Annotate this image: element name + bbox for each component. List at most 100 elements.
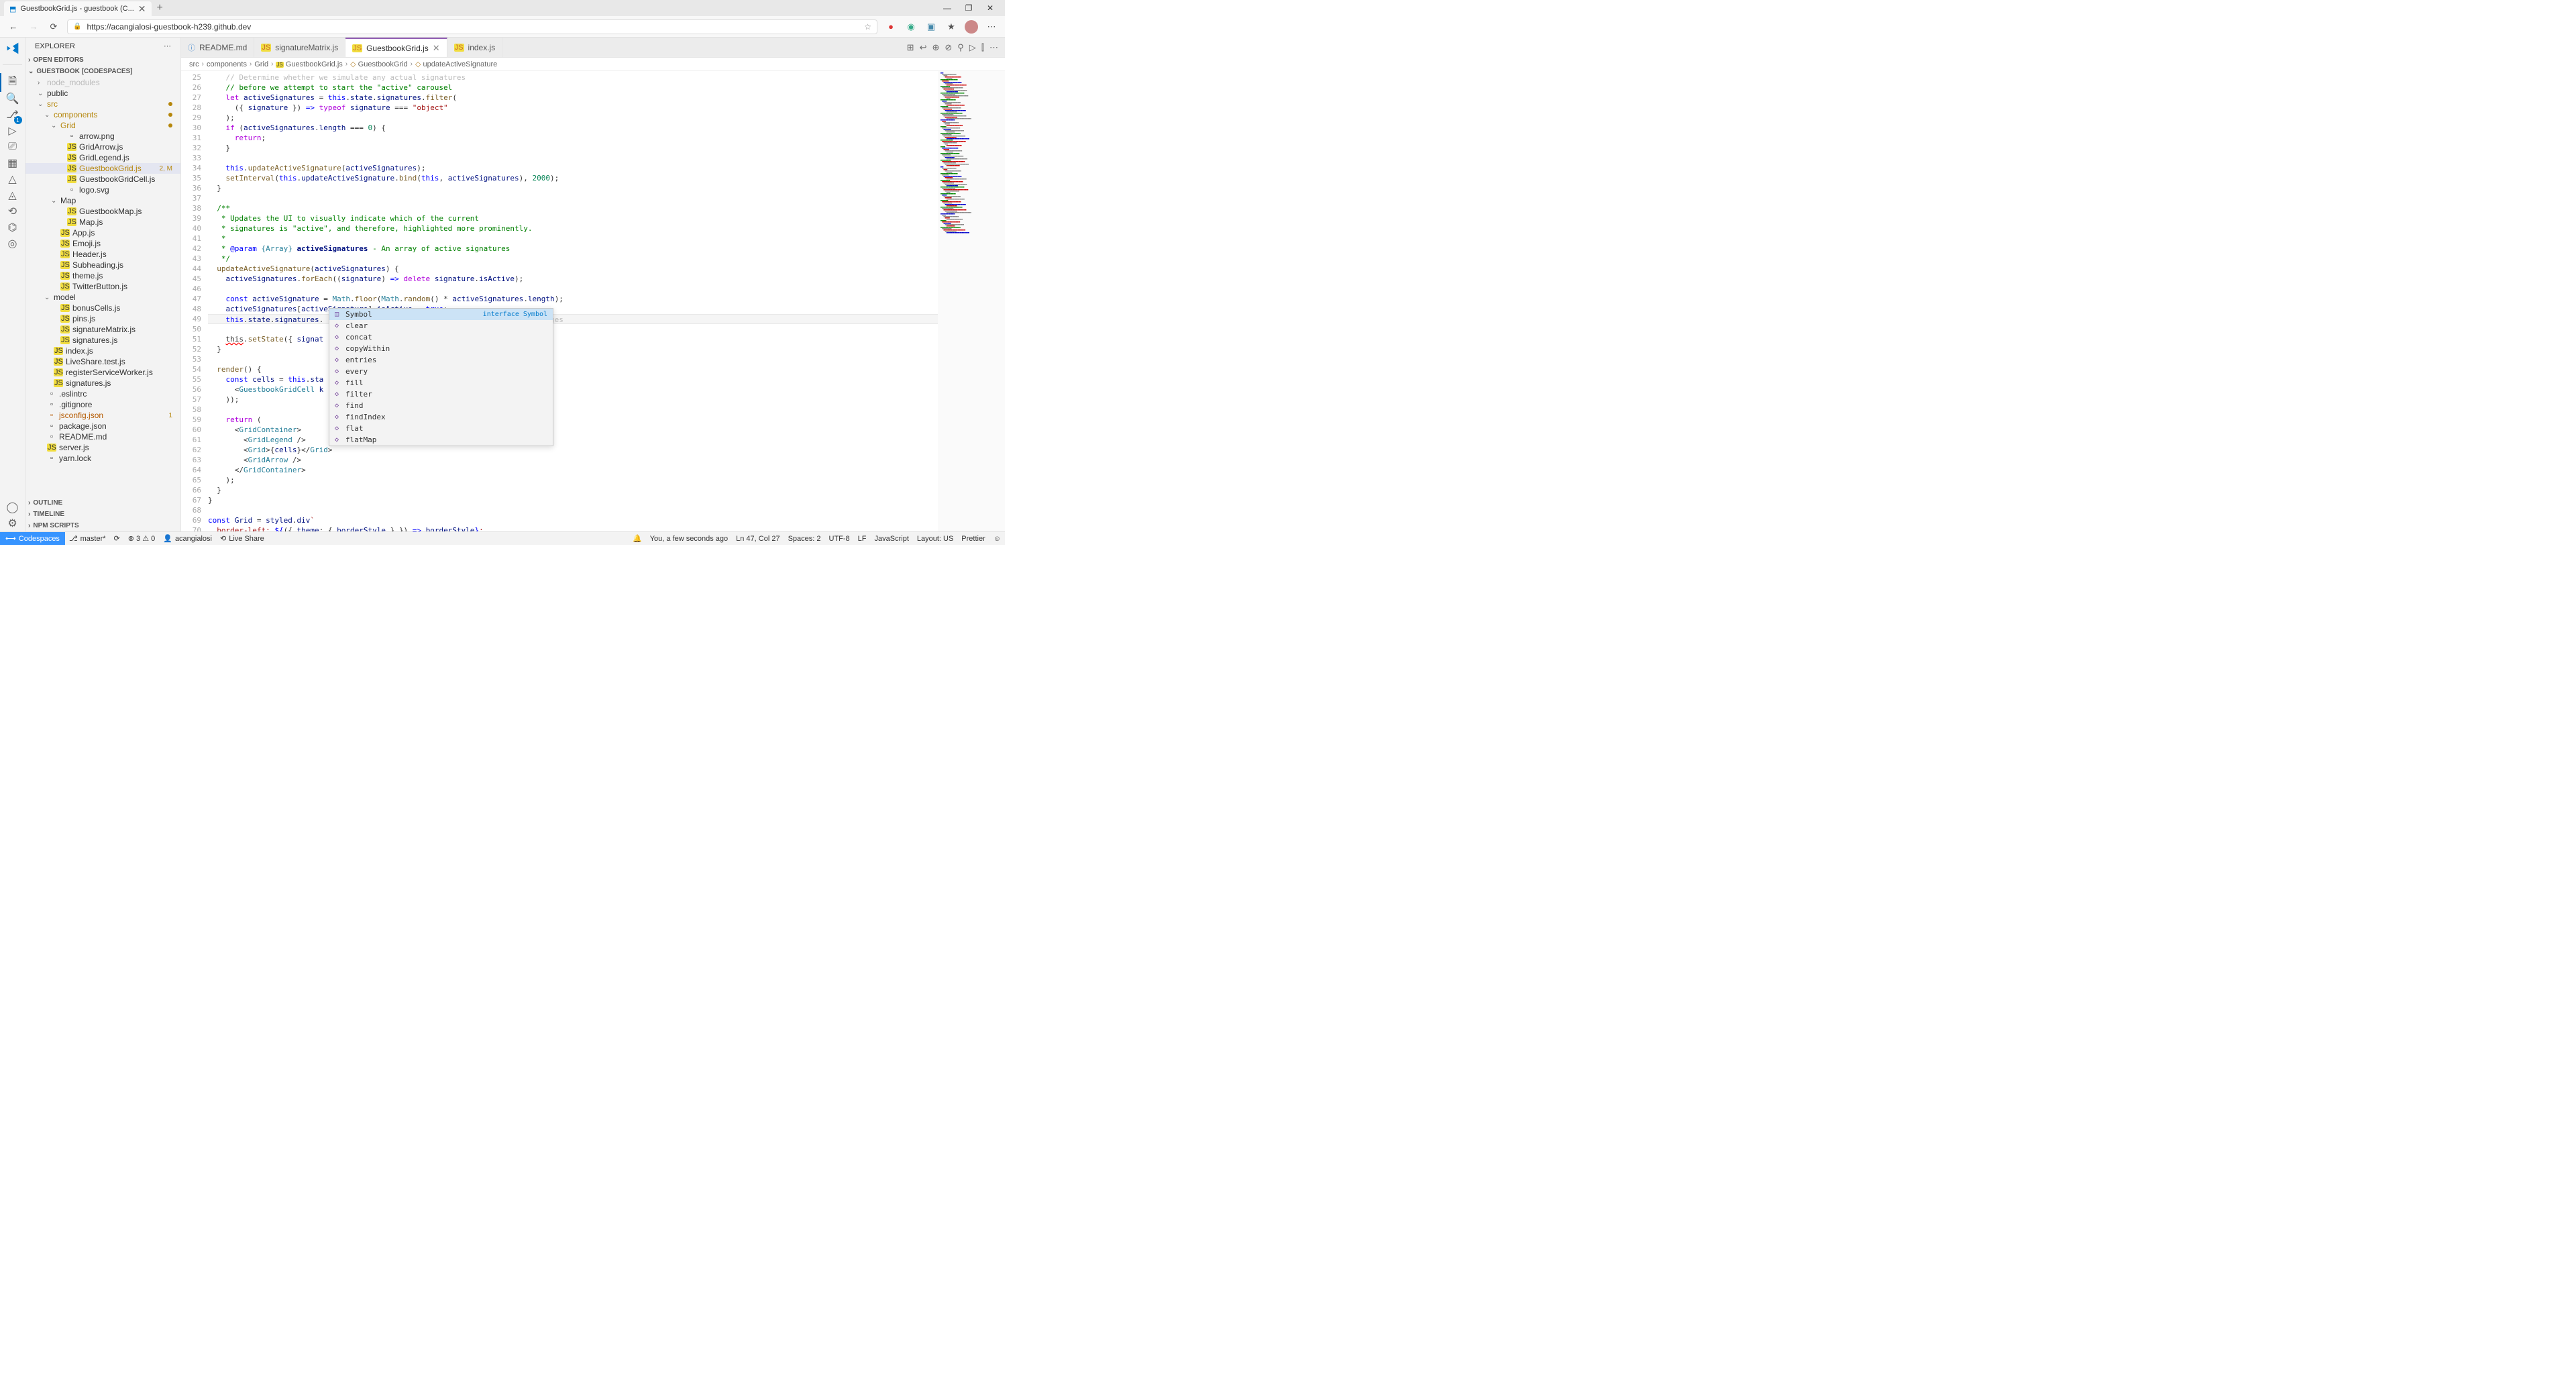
- close-icon[interactable]: ✕: [138, 3, 146, 15]
- code-line-41[interactable]: *: [208, 234, 938, 244]
- liveshare-indicator[interactable]: ⟲ Live Share: [216, 534, 268, 543]
- code-line-40[interactable]: * signatures is "active", and therefore,…: [208, 223, 938, 234]
- code-line-64[interactable]: </GridContainer>: [208, 465, 938, 475]
- tree-item-index-js[interactable]: JSindex.js: [25, 346, 180, 356]
- section-outline[interactable]: OUTLINE: [25, 497, 180, 509]
- code-editor[interactable]: // Determine whether we simulate any act…: [208, 71, 938, 531]
- tree-item-public[interactable]: ⌄public: [25, 88, 180, 99]
- ext3-icon[interactable]: ▣: [924, 21, 938, 32]
- refresh-icon[interactable]: ⟳: [47, 21, 60, 32]
- maximize-button[interactable]: ❐: [958, 3, 979, 13]
- code-line-49[interactable]: this.state.signatures. You, a few second…: [208, 314, 938, 324]
- tab-action-4[interactable]: ⚲: [957, 42, 964, 53]
- close-icon[interactable]: ✕: [433, 43, 440, 54]
- code-line-47[interactable]: const activeSignature = Math.floor(Math.…: [208, 294, 938, 304]
- tree-item-TwitterButton-js[interactable]: JSTwitterButton.js: [25, 281, 180, 292]
- menu-icon[interactable]: ⋯: [985, 21, 998, 32]
- code-line-66[interactable]: }: [208, 485, 938, 495]
- tree-item-LiveShare-test-js[interactable]: JSLiveShare.test.js: [25, 356, 180, 367]
- code-line-42[interactable]: * @param {Array} activeSignatures - An a…: [208, 244, 938, 254]
- code-line-46[interactable]: [208, 284, 938, 294]
- minimize-button[interactable]: —: [936, 3, 958, 13]
- code-line-48[interactable]: activeSignatures[activeSignature].isActi…: [208, 304, 938, 314]
- suggest-item-copyWithin[interactable]: ◇copyWithin: [329, 343, 553, 354]
- code-line-26[interactable]: // before we attempt to start the "activ…: [208, 83, 938, 93]
- activity-extensions[interactable]: ▦: [5, 155, 21, 171]
- activity-azure[interactable]: ◬: [5, 187, 21, 203]
- feedback-icon[interactable]: ☺: [989, 535, 1005, 543]
- breadcrumb-item[interactable]: src: [189, 60, 199, 68]
- tree-item-signatures-js[interactable]: JSsignatures.js: [25, 378, 180, 389]
- tree-item--gitignore[interactable]: ▫.gitignore: [25, 399, 180, 410]
- tree-item-server-js[interactable]: JSserver.js: [25, 442, 180, 453]
- code-line-58[interactable]: [208, 405, 938, 415]
- editor-tab-GuestbookGrid-js[interactable]: JSGuestbookGrid.js✕: [345, 38, 447, 57]
- breadcrumb-item[interactable]: JS GuestbookGrid.js: [276, 60, 342, 68]
- tree-item-Subheading-js[interactable]: JSSubheading.js: [25, 260, 180, 270]
- code-line-30[interactable]: if (activeSignatures.length === 0) {: [208, 123, 938, 133]
- tree-item-package-json[interactable]: ▫package.json: [25, 421, 180, 431]
- suggest-item-every[interactable]: ◇every: [329, 366, 553, 377]
- code-line-37[interactable]: [208, 193, 938, 203]
- code-line-54[interactable]: render() {: [208, 364, 938, 374]
- activity-account[interactable]: ◯: [5, 499, 21, 515]
- gitlens-info[interactable]: You, a few seconds ago: [646, 535, 732, 543]
- activity-remote[interactable]: ⎚: [5, 139, 21, 155]
- tree-item-registerServiceWorker-js[interactable]: JSregisterServiceWorker.js: [25, 367, 180, 378]
- activity-debug[interactable]: ▷: [5, 123, 21, 139]
- code-line-36[interactable]: }: [208, 183, 938, 193]
- code-line-62[interactable]: <Grid>{cells}</Grid>: [208, 445, 938, 455]
- code-line-32[interactable]: }: [208, 143, 938, 153]
- tab-action-1[interactable]: ↩: [920, 42, 927, 53]
- suggest-item-findIndex[interactable]: ◇findIndex: [329, 411, 553, 423]
- code-line-59[interactable]: return (: [208, 415, 938, 425]
- code-line-27[interactable]: let activeSignatures = this.state.signat…: [208, 93, 938, 103]
- activity-explorer[interactable]: 🗎: [5, 74, 21, 91]
- code-line-29[interactable]: );: [208, 113, 938, 123]
- code-line-65[interactable]: );: [208, 475, 938, 485]
- code-line-57[interactable]: ));: [208, 395, 938, 405]
- tree-item-components[interactable]: ⌄components: [25, 109, 180, 120]
- tree-item-Map-js[interactable]: JSMap.js: [25, 217, 180, 227]
- back-icon[interactable]: ←: [7, 21, 20, 32]
- section-open-editors[interactable]: OPEN EDITORS: [25, 54, 180, 66]
- tree-item-pins-js[interactable]: JSpins.js: [25, 313, 180, 324]
- tree-item-yarn-lock[interactable]: ▫yarn.lock: [25, 453, 180, 464]
- section-timeline[interactable]: TIMELINE: [25, 509, 180, 520]
- prettier[interactable]: Prettier: [957, 535, 989, 543]
- code-line-45[interactable]: activeSignatures.forEach((signature) => …: [208, 274, 938, 284]
- tree-item-theme-js[interactable]: JStheme.js: [25, 270, 180, 281]
- tree-item-arrow-png[interactable]: ▫arrow.png: [25, 131, 180, 142]
- suggest-item-entries[interactable]: ◇entries: [329, 354, 553, 366]
- code-line-60[interactable]: <GridContainer>: [208, 425, 938, 435]
- code-line-68[interactable]: [208, 505, 938, 515]
- star-icon[interactable]: ☆: [864, 22, 871, 32]
- suggest-item-fill[interactable]: ◇fill: [329, 377, 553, 389]
- tree-item-model[interactable]: ⌄model: [25, 292, 180, 303]
- tab-action-2[interactable]: ⊕: [932, 42, 939, 53]
- tab-action-7[interactable]: ⋯: [989, 42, 998, 53]
- suggest-item-flat[interactable]: ◇flat: [329, 423, 553, 434]
- close-button[interactable]: ✕: [979, 3, 1001, 13]
- code-line-67[interactable]: }: [208, 495, 938, 505]
- bell-icon[interactable]: 🔔: [629, 534, 646, 543]
- suggest-item-Symbol[interactable]: ◫Symbolinterface Symbol: [329, 309, 553, 320]
- sync-button[interactable]: ⟳: [110, 534, 124, 543]
- branch-indicator[interactable]: ⎇ master*: [65, 534, 110, 543]
- tree-item-jsconfig-json[interactable]: ▫jsconfig.json1: [25, 410, 180, 421]
- user-indicator[interactable]: 👤 acangialosi: [159, 534, 216, 543]
- tree-item-GuestbookMap-js[interactable]: JSGuestbookMap.js: [25, 206, 180, 217]
- cursor-position[interactable]: Ln 47, Col 27: [732, 535, 784, 543]
- activity-test[interactable]: △: [5, 171, 21, 187]
- suggest-widget[interactable]: ◫Symbolinterface Symbol◇clear◇concat◇cop…: [329, 308, 553, 446]
- code-line-34[interactable]: this.updateActiveSignature(activeSignatu…: [208, 163, 938, 173]
- code-line-33[interactable]: [208, 153, 938, 163]
- tree-item-signatures-js[interactable]: JSsignatures.js: [25, 335, 180, 346]
- breadcrumb-item[interactable]: ◇ GuestbookGrid: [350, 60, 408, 68]
- code-line-63[interactable]: <GridArrow />: [208, 455, 938, 465]
- browser-tab[interactable]: ⬒ GuestbookGrid.js - guestbook (C... ✕: [4, 1, 152, 16]
- code-line-39[interactable]: * Updates the UI to visually indicate wh…: [208, 213, 938, 223]
- tab-action-3[interactable]: ⊘: [945, 42, 952, 53]
- profile-avatar[interactable]: [965, 20, 978, 34]
- tab-action-6[interactable]: ⫿: [981, 42, 984, 53]
